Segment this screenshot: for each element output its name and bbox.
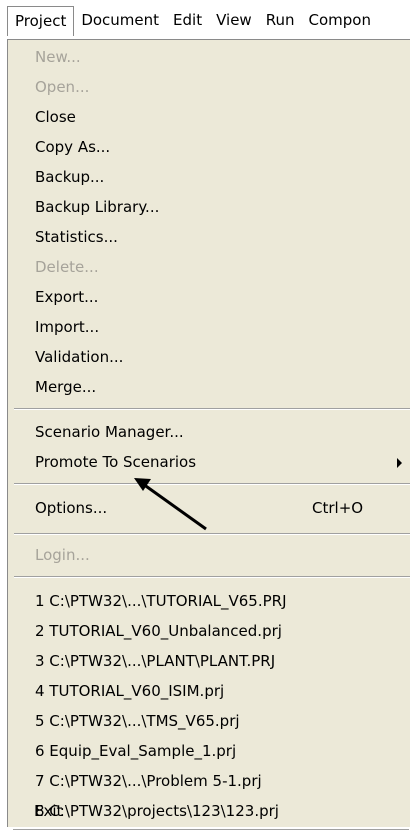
menu-item-statistics[interactable]: Statistics... <box>8 222 408 252</box>
recent-file-item[interactable]: 7 C:\PTW32\...\Problem 5-1.prj <box>8 766 408 796</box>
menu-separator <box>14 408 410 410</box>
menu-item-label: Validation... <box>35 348 124 366</box>
menu-item-options[interactable]: Options... Ctrl+O <box>8 493 408 523</box>
menu-item-import[interactable]: Import... <box>8 312 408 342</box>
menu-item-label: 4 TUTORIAL_V60_ISIM.prj <box>35 682 225 700</box>
recent-file-item[interactable]: 5 C:\PTW32\...\TMS_V65.prj <box>8 706 408 736</box>
recent-file-item[interactable]: 6 Equip_Eval_Sample_1.prj <box>8 736 408 766</box>
menu-item-delete: Delete... <box>8 252 408 282</box>
recent-file-item[interactable]: 3 C:\PTW32\...\PLANT\PLANT.PRJ <box>8 646 408 676</box>
menu-separator <box>14 576 410 578</box>
menu-separator <box>14 533 410 535</box>
menu-item-open: Open... <box>8 72 408 102</box>
menu-item-label: Open... <box>35 78 90 96</box>
menu-separator <box>14 483 410 485</box>
menu-item-label: Copy As... <box>35 138 111 156</box>
menu-item-label: 6 Equip_Eval_Sample_1.prj <box>35 742 237 760</box>
menu-project[interactable]: Project <box>7 5 75 36</box>
menu-item-label: 2 TUTORIAL_V60_Unbalanced.prj <box>35 622 282 640</box>
menu-item-label: 1 C:\PTW32\...\TUTORIAL_V65.PRJ <box>35 592 287 610</box>
recent-file-item[interactable]: 4 TUTORIAL_V60_ISIM.prj <box>8 676 408 706</box>
menu-item-label: Delete... <box>35 258 99 276</box>
menu-item-label: Export... <box>35 288 99 306</box>
menu-item-close[interactable]: Close <box>8 102 408 132</box>
menu-item-label: Exit <box>34 802 63 820</box>
menu-item-exit[interactable]: Exit <box>7 796 407 826</box>
menu-item-backup[interactable]: Backup... <box>8 162 408 192</box>
menu-item-label: Backup... <box>35 168 105 186</box>
menu-document[interactable]: Document <box>74 6 166 35</box>
menu-item-validation[interactable]: Validation... <box>8 342 408 372</box>
menu-bar: Project Document Edit View Run Compon <box>0 0 410 41</box>
menu-item-label: Backup Library... <box>35 198 160 216</box>
menu-item-label: Options... <box>35 499 108 517</box>
menu-item-label: 3 C:\PTW32\...\PLANT\PLANT.PRJ <box>35 652 276 670</box>
menu-run[interactable]: Run <box>259 6 302 35</box>
menu-item-backup-library[interactable]: Backup Library... <box>8 192 408 222</box>
submenu-arrow-icon <box>397 458 402 468</box>
menu-item-label: Promote To Scenarios <box>35 453 197 471</box>
menu-item-label: Close <box>35 108 76 126</box>
recent-file-item[interactable]: 1 C:\PTW32\...\TUTORIAL_V65.PRJ <box>8 586 408 616</box>
menu-item-label: 5 C:\PTW32\...\TMS_V65.prj <box>35 712 240 730</box>
menu-component[interactable]: Compon <box>301 6 377 35</box>
shortcut-label: Ctrl+O <box>312 499 364 517</box>
menu-item-promote-to-scenarios[interactable]: Promote To Scenarios <box>8 447 408 477</box>
menu-edit[interactable]: Edit <box>166 6 209 35</box>
menu-item-scenario-manager[interactable]: Scenario Manager... <box>8 417 408 447</box>
menu-view[interactable]: View <box>209 6 259 35</box>
menu-item-label: 7 C:\PTW32\...\Problem 5-1.prj <box>35 772 262 790</box>
menu-item-label: Scenario Manager... <box>35 423 184 441</box>
menu-item-login: Login... <box>8 540 408 570</box>
recent-file-item[interactable]: 2 TUTORIAL_V60_Unbalanced.prj <box>8 616 408 646</box>
menu-item-label: Merge... <box>35 378 97 396</box>
menu-item-export[interactable]: Export... <box>8 282 408 312</box>
menu-item-new: New... <box>8 42 408 72</box>
menu-item-label: Login... <box>35 546 90 564</box>
menu-item-copy-as[interactable]: Copy As... <box>8 132 408 162</box>
project-dropdown-menu: New... Open... Close Copy As... Backup..… <box>7 39 410 827</box>
menu-item-label: New... <box>35 48 81 66</box>
menu-item-label: Import... <box>35 318 100 336</box>
menu-item-label: Statistics... <box>35 228 118 246</box>
menu-item-merge[interactable]: Merge... <box>8 372 408 402</box>
